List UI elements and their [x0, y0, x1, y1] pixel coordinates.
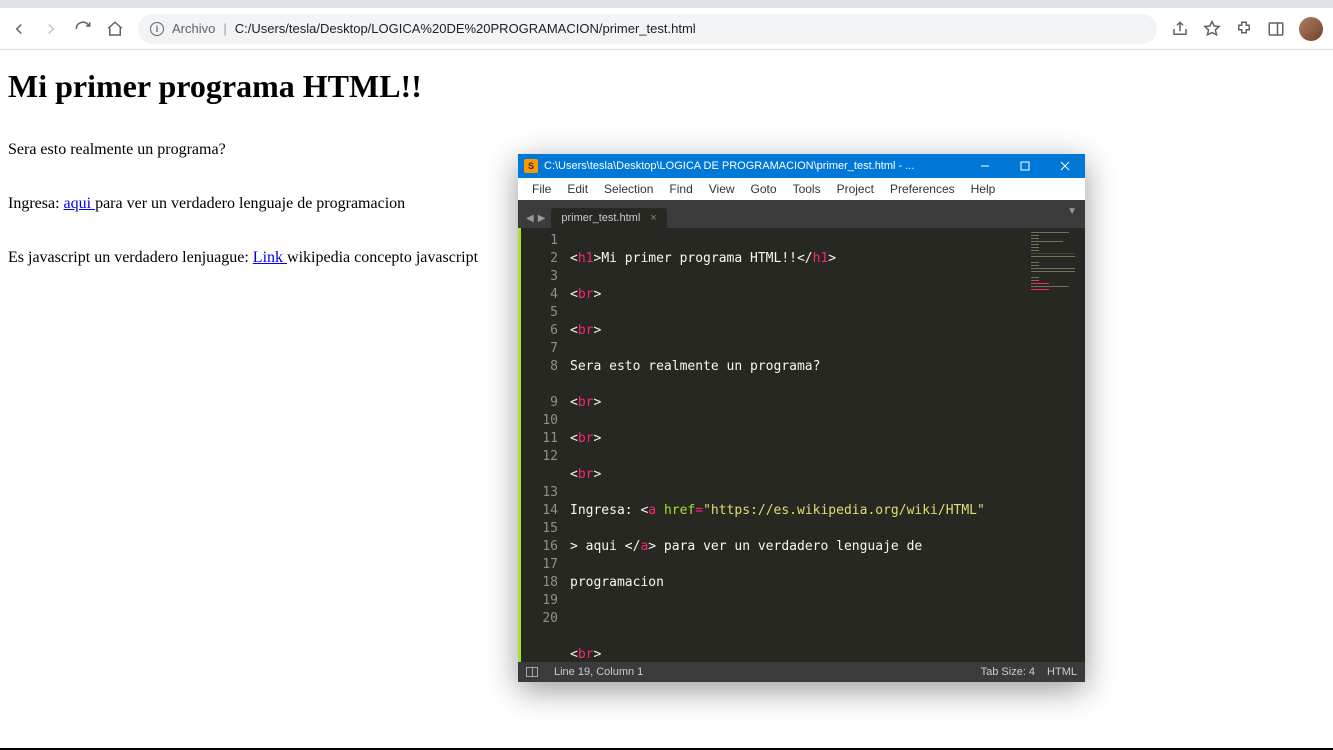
tab-dropdown-icon[interactable]: ▼ — [1067, 206, 1077, 217]
code-area[interactable]: <h1>Mi primer programa HTML!!</h1> <br> … — [566, 228, 1025, 662]
sublime-title: C:\Users\tesla\Desktop\LOGICA DE PROGRAM… — [544, 160, 965, 172]
status-cursor-pos[interactable]: Line 19, Column 1 — [554, 666, 643, 678]
addr-sep: | — [223, 21, 226, 36]
status-tab-size[interactable]: Tab Size: 4 — [981, 666, 1035, 678]
browser-toolbar: i Archivo | C:/Users/tesla/Desktop/LOGIC… — [0, 8, 1333, 50]
home-button[interactable] — [106, 20, 124, 38]
close-button[interactable] — [1045, 154, 1085, 178]
link-wikipedia-js[interactable]: Link — [253, 249, 287, 266]
sublime-tab-row: ◀ ▶ primer_test.html × ▼ — [518, 200, 1085, 228]
reload-button[interactable] — [74, 20, 92, 38]
profile-avatar[interactable] — [1299, 17, 1323, 41]
menu-view[interactable]: View — [701, 180, 743, 198]
sidepanel-icon[interactable] — [1267, 20, 1285, 38]
editor-tab-label: primer_test.html — [561, 212, 640, 224]
share-icon[interactable] — [1171, 20, 1189, 38]
site-info-icon[interactable]: i — [150, 22, 164, 36]
forward-button[interactable] — [42, 20, 60, 38]
link-aqui[interactable]: aqui — [64, 195, 96, 212]
maximize-button[interactable] — [1005, 154, 1045, 178]
address-bar[interactable]: i Archivo | C:/Users/tesla/Desktop/LOGIC… — [138, 14, 1157, 44]
menu-project[interactable]: Project — [829, 180, 882, 198]
sublime-window: S C:\Users\tesla\Desktop\LOGICA DE PROGR… — [518, 154, 1085, 682]
minimap[interactable] — [1025, 228, 1085, 662]
menu-tools[interactable]: Tools — [785, 180, 829, 198]
addr-path: C:/Users/tesla/Desktop/LOGICA%20DE%20PRO… — [235, 21, 696, 36]
editor-tab[interactable]: primer_test.html × — [551, 208, 666, 228]
sublime-logo-icon: S — [524, 159, 538, 173]
browser-tab-strip — [0, 0, 1333, 8]
menu-find[interactable]: Find — [661, 180, 700, 198]
status-language[interactable]: HTML — [1047, 666, 1077, 678]
page-heading: Mi primer programa HTML!! — [8, 68, 1325, 105]
bookmark-star-icon[interactable] — [1203, 20, 1221, 38]
minimize-button[interactable] — [965, 154, 1005, 178]
menu-goto[interactable]: Goto — [743, 180, 785, 198]
menu-preferences[interactable]: Preferences — [882, 180, 963, 198]
extensions-icon[interactable] — [1235, 20, 1253, 38]
sublime-statusbar: Line 19, Column 1 Tab Size: 4 HTML — [518, 662, 1085, 682]
addr-scheme-label: Archivo — [172, 21, 215, 36]
tab-nav-back-icon[interactable]: ◀ — [526, 213, 534, 224]
tab-nav-fwd-icon[interactable]: ▶ — [538, 213, 546, 224]
line-gutter: 1234567891011121314151617181920 — [518, 228, 566, 662]
sublime-menubar: File Edit Selection Find View Goto Tools… — [518, 178, 1085, 200]
tab-close-icon[interactable]: × — [650, 212, 656, 224]
back-button[interactable] — [10, 20, 28, 38]
editor-body: 1234567891011121314151617181920 <h1>Mi p… — [518, 228, 1085, 662]
menu-edit[interactable]: Edit — [559, 180, 596, 198]
menu-help[interactable]: Help — [963, 180, 1004, 198]
pane-layout-icon[interactable] — [526, 667, 538, 677]
menu-selection[interactable]: Selection — [596, 180, 661, 198]
sublime-titlebar[interactable]: S C:\Users\tesla\Desktop\LOGICA DE PROGR… — [518, 154, 1085, 178]
menu-file[interactable]: File — [524, 180, 559, 198]
